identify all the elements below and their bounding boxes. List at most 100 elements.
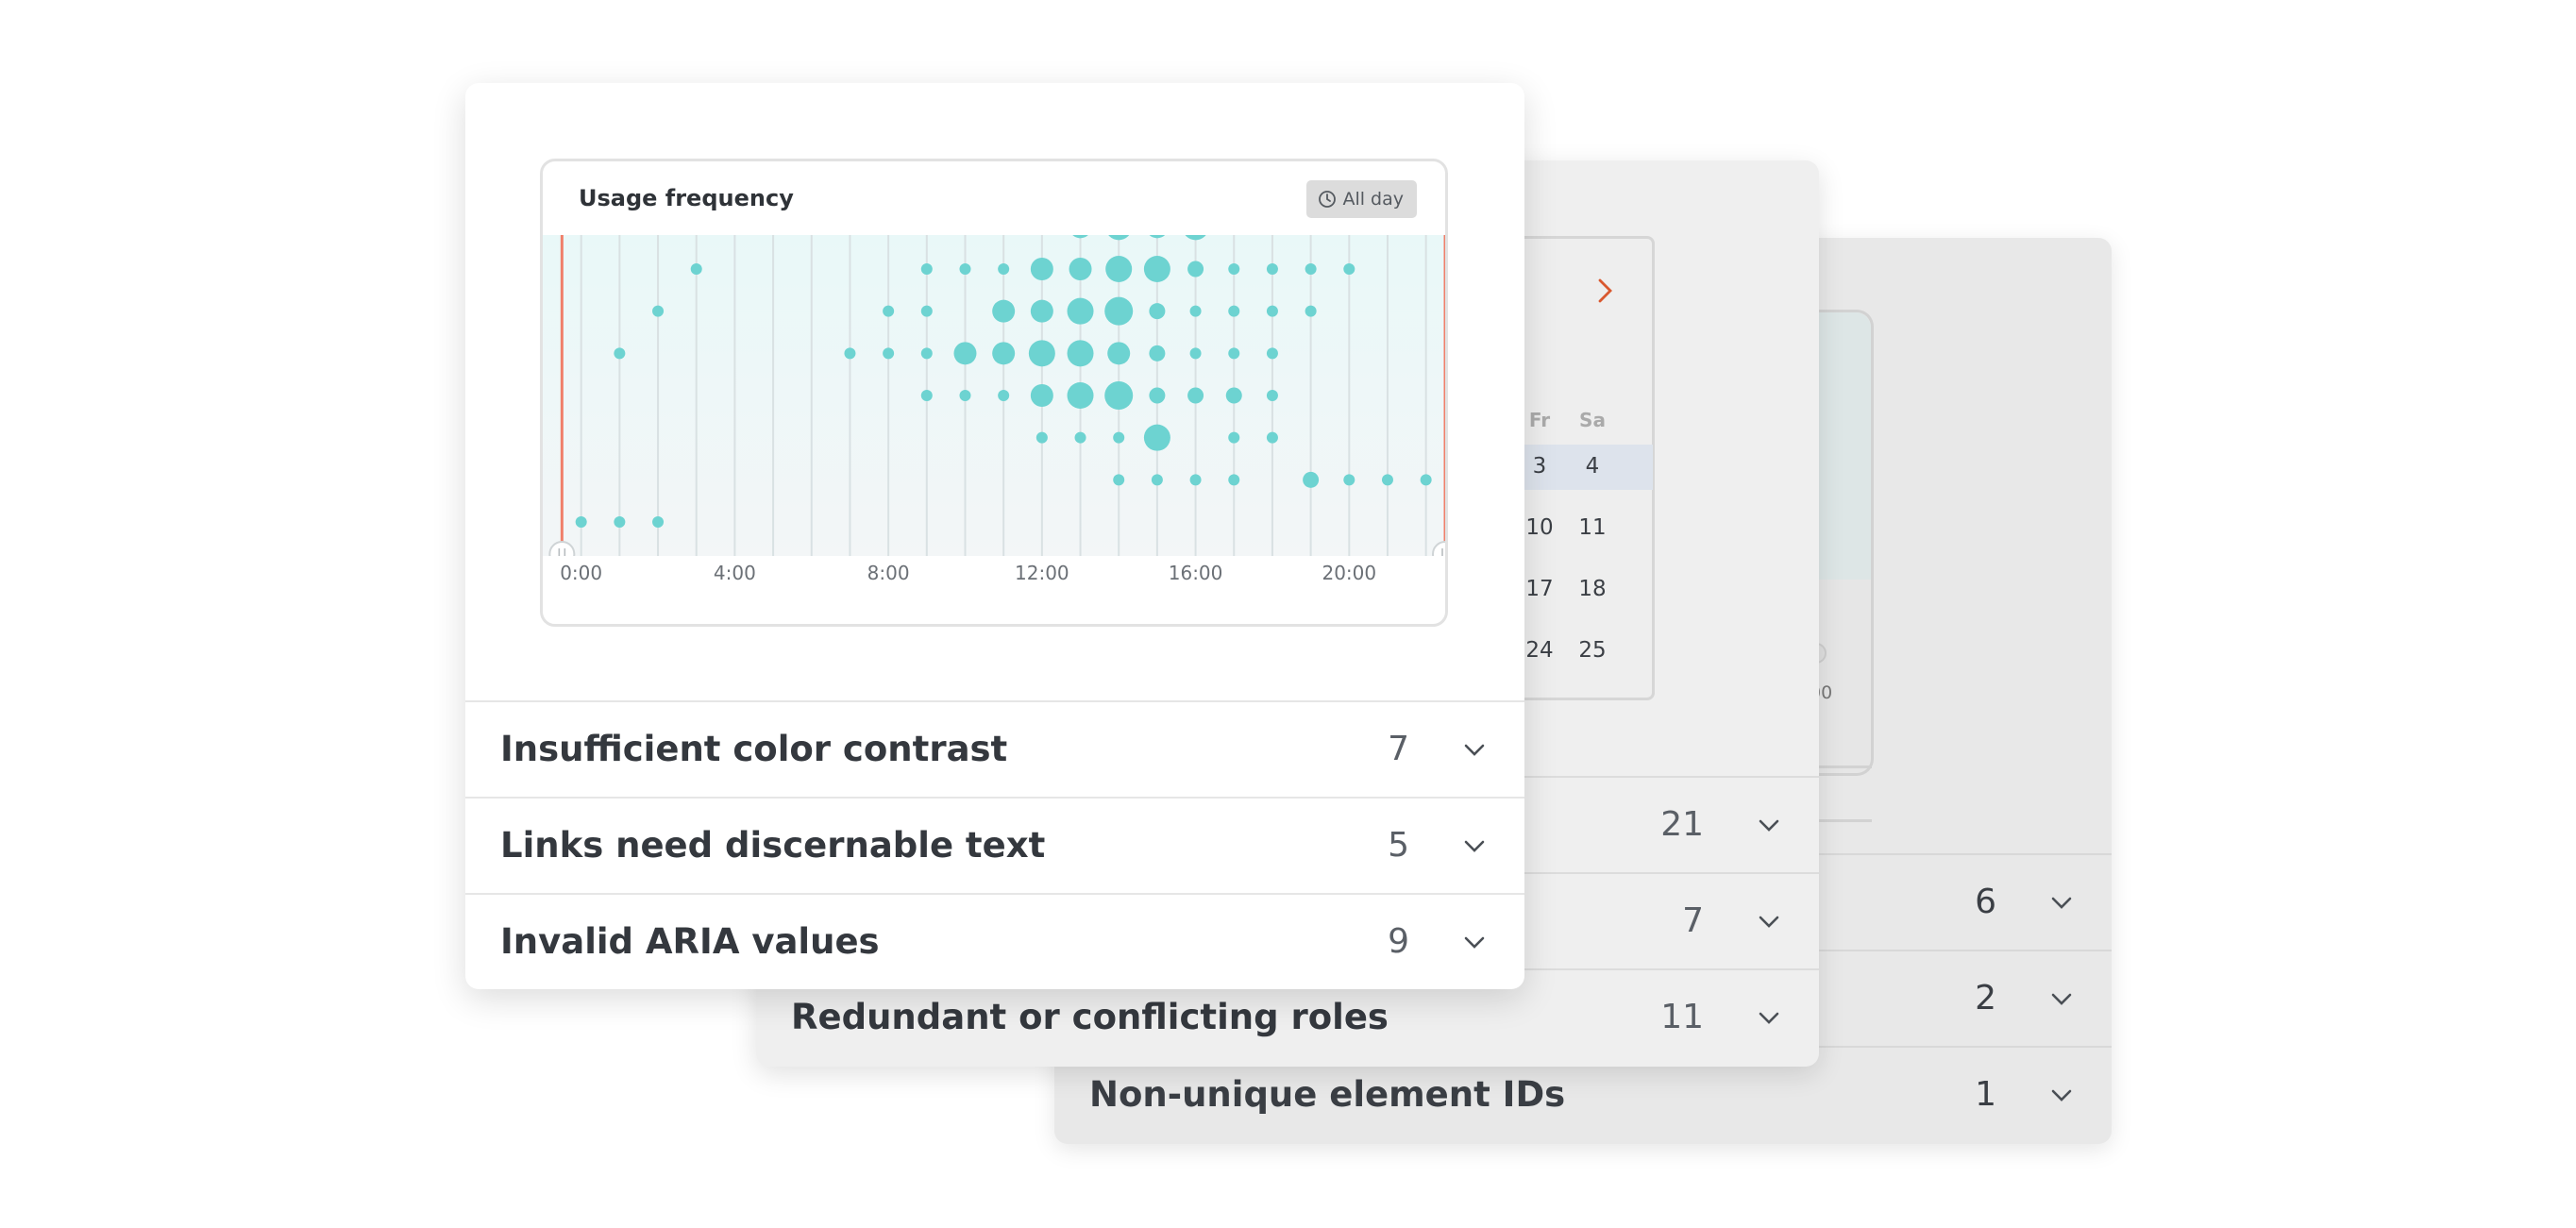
usage-dot: [652, 305, 665, 317]
calendar-header-fr: Fr: [1528, 409, 1551, 431]
issue-count: 1: [1975, 1075, 1996, 1114]
chevron-down-icon[interactable]: [1462, 931, 1487, 955]
usage-frequency-plot: [543, 235, 1445, 556]
issue-count: 5: [1388, 826, 1409, 865]
usage-dot: [1225, 387, 1242, 404]
usage-dot: [883, 347, 895, 360]
usage-dot: [1266, 263, 1278, 275]
chart-title: Usage frequency: [579, 185, 794, 211]
chevron-down-icon[interactable]: [2049, 891, 2074, 916]
x-tick-label: 16:00: [1168, 562, 1223, 584]
issue-count: 2: [1975, 979, 1996, 1018]
usage-dot: [1305, 263, 1317, 275]
usage-dot: [1030, 384, 1053, 407]
usage-dot: [920, 390, 933, 401]
usage-dot: [1151, 474, 1163, 486]
chevron-down-icon[interactable]: [2049, 1084, 2074, 1108]
usage-dot: [883, 305, 895, 317]
chevron-down-icon[interactable]: [1757, 1006, 1781, 1031]
chevron-down-icon[interactable]: [1757, 814, 1781, 838]
usage-dot: [844, 347, 856, 360]
usage-dot: [1303, 471, 1320, 488]
all-day-filter-label: All day: [1342, 189, 1404, 210]
usage-dot: [1228, 347, 1240, 360]
calendar-day[interactable]: 11: [1564, 515, 1621, 540]
usage-dot: [1228, 431, 1240, 444]
calendar-day[interactable]: 18: [1564, 577, 1621, 601]
issue-row[interactable]: Invalid ARIA values 9: [465, 893, 1524, 989]
x-tick-label: 12:00: [1015, 562, 1069, 584]
usage-dot: [1104, 381, 1134, 410]
usage-dot: [1143, 424, 1170, 451]
usage-dot: [1067, 297, 1094, 325]
usage-dot: [1266, 347, 1278, 360]
all-day-filter-button[interactable]: All day: [1306, 180, 1417, 218]
x-axis: 0:00 4:00 8:00 12:00 16:00 20:00: [543, 562, 1445, 590]
chevron-down-icon[interactable]: [1462, 738, 1487, 763]
usage-dot: [1187, 387, 1204, 404]
usage-dot: [1266, 305, 1278, 317]
chevron-down-icon[interactable]: [2049, 987, 2074, 1012]
usage-dot: [1187, 261, 1204, 278]
usage-dot: [1030, 258, 1053, 280]
usage-dot: [1189, 305, 1202, 317]
calendar-day[interactable]: 4: [1564, 454, 1621, 479]
issues-card-front: Usage frequency All day 0:00 4:00 8:00 12:0…: [465, 83, 1524, 989]
usage-dot: [992, 342, 1016, 365]
usage-dot: [920, 263, 933, 275]
usage-dot: [1030, 299, 1053, 323]
usage-chart-panel: Usage frequency All day 0:00 4:00 8:00 12:0…: [540, 159, 1448, 627]
issue-count: 21: [1660, 805, 1704, 844]
usage-dot: [1149, 387, 1166, 404]
plot-background: [543, 235, 1445, 556]
usage-dot: [1266, 431, 1278, 444]
usage-dot: [1028, 340, 1055, 367]
usage-dot: [1343, 474, 1355, 486]
chevron-down-icon[interactable]: [1757, 910, 1781, 934]
issue-count: 7: [1682, 901, 1704, 940]
usage-dot: [1149, 303, 1166, 320]
usage-dot: [1228, 474, 1240, 486]
usage-dot: [998, 263, 1010, 275]
issue-label: Insufficient color contrast: [500, 729, 1008, 769]
issue-count: 6: [1975, 883, 1996, 921]
usage-dot: [1067, 340, 1094, 367]
x-tick-label: 0:00: [560, 562, 603, 584]
usage-dot: [998, 390, 1010, 401]
usage-dot: [1113, 474, 1125, 486]
calendar-day[interactable]: 25: [1564, 638, 1621, 663]
chevron-right-icon[interactable]: [1593, 277, 1616, 305]
usage-dot: [690, 263, 702, 275]
usage-dot: [1074, 431, 1086, 444]
usage-dot: [1381, 474, 1393, 486]
usage-dot: [1228, 263, 1240, 275]
usage-dot: [1266, 390, 1278, 401]
usage-dot: [959, 263, 971, 275]
usage-dot: [1228, 305, 1240, 317]
usage-dot: [1067, 382, 1094, 409]
usage-dot: [1189, 347, 1202, 360]
usage-dot: [1105, 256, 1133, 282]
usage-dot: [1149, 345, 1166, 362]
usage-dot: [1420, 474, 1432, 486]
usage-dot: [1343, 263, 1355, 275]
issue-row[interactable]: Links need discernable text 5: [465, 797, 1524, 893]
issue-label: Links need discernable text: [500, 825, 1046, 866]
calendar-header-sa: Sa: [1579, 409, 1606, 431]
issue-label: Invalid ARIA values: [500, 921, 880, 962]
usage-dot: [1189, 474, 1202, 486]
usage-dot: [1069, 258, 1092, 280]
usage-dot: [1113, 431, 1125, 444]
usage-dot: [614, 347, 626, 360]
chevron-down-icon[interactable]: [1462, 834, 1487, 859]
usage-dot: [920, 347, 933, 360]
usage-dot: [1104, 296, 1134, 326]
usage-dot: [953, 342, 977, 365]
issue-row[interactable]: Insufficient color contrast 7: [465, 700, 1524, 797]
issue-count: 11: [1660, 998, 1704, 1036]
usage-dot: [992, 299, 1016, 323]
clock-icon: [1319, 191, 1337, 208]
usage-dot: [575, 516, 587, 528]
x-tick-label: 20:00: [1322, 562, 1377, 584]
usage-dot: [959, 390, 971, 401]
